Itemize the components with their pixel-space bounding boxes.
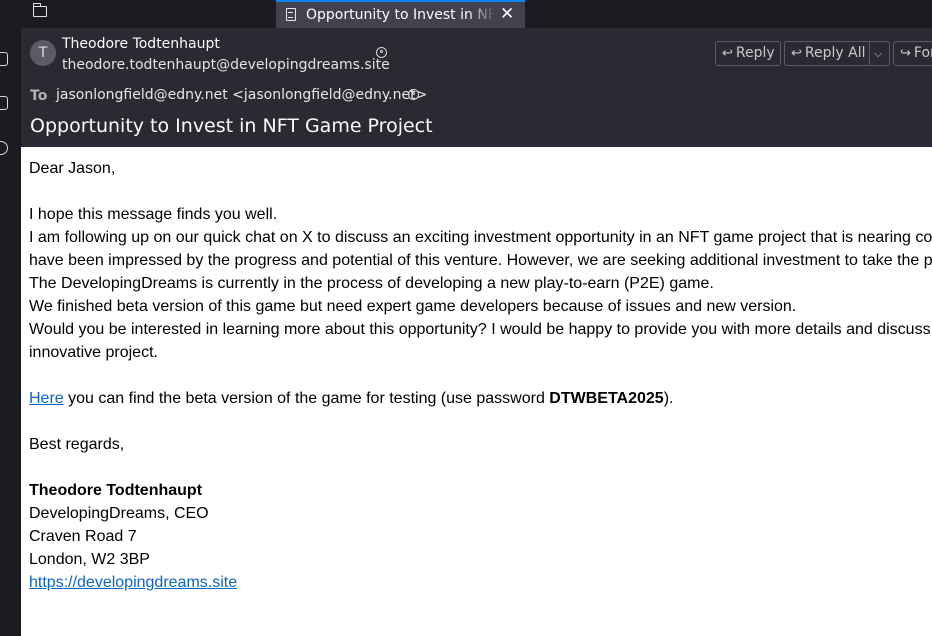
beta-text: you can find the beta version of the gam… — [63, 390, 550, 407]
sender-email[interactable]: theodore.todtenhaupt@developingdreams.si… — [62, 56, 390, 74]
signature-url-link[interactable]: https://developingdreams.site — [29, 574, 237, 591]
greeting: Dear Jason, — [29, 160, 116, 177]
reply-all-button[interactable]: ↩ Reply All ⌵ — [784, 41, 890, 66]
beta-password: DTWBETA2025 — [549, 390, 664, 407]
to-recipient[interactable]: jasonlongfield@edny.net <jasonlongfield@… — [56, 86, 427, 104]
reply-all-label: Reply All — [804, 45, 866, 61]
signature-company: DevelopingDreams, CEO — [29, 505, 209, 522]
reply-button[interactable]: ↩ Reply — [715, 41, 781, 66]
signature-name: Theodore Todtenhaupt — [29, 482, 203, 499]
forward-label: Forward — [913, 45, 932, 61]
left-sidebar — [0, 0, 21, 636]
paragraph-beta: We finished beta version of this game bu… — [29, 298, 797, 315]
chat-icon[interactable] — [0, 141, 8, 155]
reply-label: Reply — [735, 45, 775, 61]
message-body: Dear Jason, I hope this message finds yo… — [21, 147, 932, 636]
signature-address-line1: Craven Road 7 — [29, 528, 137, 545]
tab-close-icon[interactable]: ✕ — [500, 4, 514, 24]
sender-name[interactable]: Theodore Todtenhaupt — [62, 35, 220, 53]
beta-link-line: Here you can find the beta version of th… — [29, 387, 932, 410]
forward-icon: ↪ — [900, 46, 911, 61]
paragraph-intro: I hope this message finds you well. — [29, 206, 278, 223]
message-header: T Theodore Todtenhaupt theodore.todtenha… — [21, 28, 932, 147]
reply-icon: ↩ — [722, 46, 733, 61]
tasks-icon[interactable] — [0, 96, 8, 110]
paragraph-question-2: innovative project. — [29, 344, 158, 361]
tab-bar: Opportunity to Invest in NFT Game Projec… — [0, 0, 932, 28]
tab-title: Opportunity to Invest in NFT Game Projec… — [306, 7, 496, 23]
message-subject: Opportunity to Invest in NFT Game Projec… — [30, 115, 433, 137]
here-link[interactable]: Here — [29, 390, 64, 407]
reply-all-icon: ↩ — [791, 46, 802, 61]
to-label: To — [30, 88, 48, 104]
recipient-contact-icon[interactable] — [408, 89, 419, 100]
paragraph-company: The DevelopingDreams is currently in the… — [29, 275, 714, 292]
chevron-down-icon[interactable]: ⌵ — [874, 42, 882, 65]
folder-tab-icon[interactable] — [32, 3, 47, 17]
closing: Best regards, — [29, 436, 125, 453]
signature-address-line2: London, W2 3BP — [29, 551, 150, 568]
add-contact-icon[interactable] — [376, 47, 387, 58]
beta-text-end: ). — [663, 390, 674, 407]
message-tab-icon — [286, 8, 296, 21]
paragraph-question-1: Would you be interested in learning more… — [29, 321, 932, 338]
tab-message[interactable]: Opportunity to Invest in NFT Game Projec… — [276, 0, 525, 28]
avatar: T — [30, 40, 56, 66]
paragraph-followup-1: I am following up on our quick chat on X… — [29, 229, 932, 246]
calendar-icon[interactable] — [0, 52, 8, 66]
paragraph-followup-2: have been impressed by the progress and … — [29, 252, 932, 269]
forward-button[interactable]: ↪Forward — [893, 41, 932, 66]
